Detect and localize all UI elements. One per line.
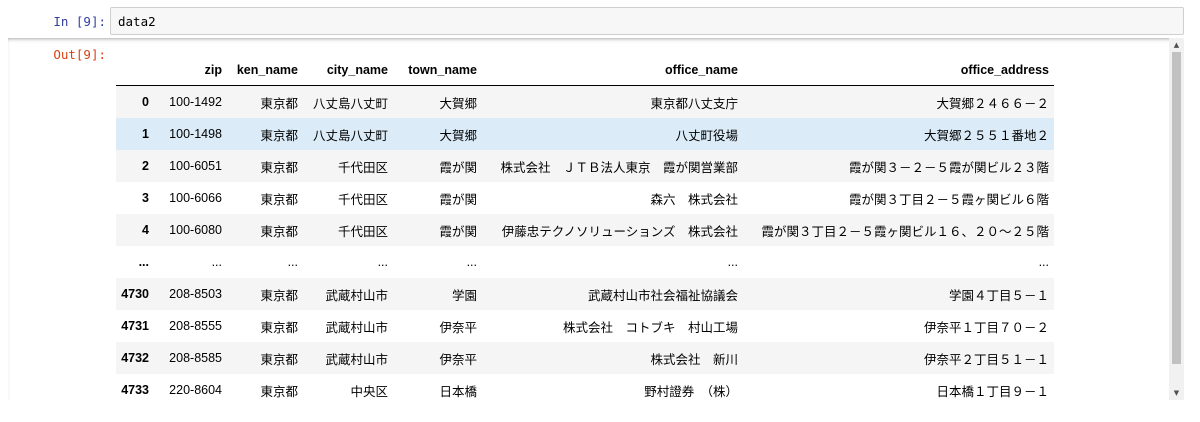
table-cell: 学園: [451, 288, 477, 303]
table-cell: ...: [727, 255, 738, 269]
table-cell: 伊藤忠テクノソリューションズ 株式会社: [501, 224, 738, 239]
table-cell: 208-8503: [169, 287, 222, 301]
table-cell: 大賀郷２４６６－２: [936, 96, 1049, 111]
table-cell: 東京都: [260, 352, 298, 367]
column-header: zip: [154, 54, 227, 86]
table-cell: 霞が関３－２－５霞が関ビル２３階: [848, 160, 1049, 175]
table-row: 4731 208-8555 東京都 武蔵村山市 伊奈平 株式会社 コトブキ 村山…: [116, 310, 1054, 342]
scrollbar-thumb[interactable]: [1172, 52, 1181, 364]
table-cell: ...: [211, 255, 222, 269]
table-cell: 千代田区: [337, 192, 388, 207]
table-cell: 日本橋１丁目９－１: [936, 384, 1049, 399]
table-cell: 220-8604: [169, 383, 222, 397]
table-cell: 霞が関: [439, 160, 477, 175]
table-cell: 株式会社 新川: [650, 352, 738, 367]
table-cell: 株式会社 ＪＴＢ法人東京 霞が関営業部: [500, 160, 738, 175]
table-row: 4732 208-8585 東京都 武蔵村山市 伊奈平 株式会社 新川 伊奈平２…: [116, 342, 1054, 374]
table-cell: 中央区: [350, 384, 388, 399]
table-cell: 千代田区: [337, 160, 388, 175]
table-row: 2 100-6051 東京都 千代田区 霞が関 株式会社 ＪＴＢ法人東京 霞が関…: [116, 150, 1054, 182]
table-cell: ...: [287, 255, 298, 269]
table-cell: 武蔵村山市: [325, 288, 388, 303]
table-cell: 千代田区: [337, 224, 388, 239]
table-cell: 100-6051: [169, 159, 222, 173]
table-cell: 伊奈平: [439, 320, 477, 335]
column-header: town_name: [393, 54, 482, 86]
table-cell: 東京都: [260, 160, 298, 175]
chevron-down-icon[interactable]: ▼: [1169, 386, 1184, 400]
table-row: 0 100-1492 東京都 八丈島八丈町 大賀郷 東京都八丈支庁 大賀郷２４６…: [116, 85, 1054, 118]
row-index: 3: [142, 191, 149, 205]
table-cell: 100-6066: [169, 191, 222, 205]
table-cell: 208-8585: [169, 351, 222, 365]
table-cell: 霞が関３丁目２－５霞ヶ関ビル１６、２０～２５階: [761, 224, 1049, 239]
table-cell: 大賀郷: [439, 96, 477, 111]
table-row-ellipsis: ... ... ... ... ... ... ...: [116, 246, 1054, 278]
table-cell: 八丈島八丈町: [312, 96, 388, 111]
table-cell: 大賀郷２５５１番地２: [923, 128, 1049, 143]
column-header: [116, 54, 154, 86]
table-row: 3 100-6066 東京都 千代田区 霞が関 森六 株式会社 霞が関３丁目２－…: [116, 182, 1054, 214]
table-cell: 東京都: [260, 192, 298, 207]
table-cell: 東京都: [260, 96, 298, 111]
row-index: ...: [138, 255, 149, 269]
table-cell: ...: [377, 255, 388, 269]
row-index: 1: [142, 127, 149, 141]
table-cell: 100-6080: [169, 223, 222, 237]
table-cell: 八丈島八丈町: [312, 128, 388, 143]
table-cell: 霞が関: [439, 224, 477, 239]
row-index: 4732: [121, 351, 149, 365]
row-index: 4: [142, 223, 149, 237]
output-area[interactable]: zip ken_name city_name town_name office_…: [8, 38, 1184, 400]
table-cell: 伊奈平: [439, 352, 477, 367]
table-row: 4733 220-8604 東京都 中央区 日本橋 野村證券 （株） 日本橋１丁…: [116, 374, 1054, 400]
vertical-scrollbar[interactable]: ▲ ▼: [1169, 38, 1184, 400]
row-index: 4733: [121, 383, 149, 397]
table-cell: 100-1492: [169, 95, 222, 109]
table-cell: 伊奈平１丁目７０－２: [923, 320, 1049, 335]
table-cell: 霞が関: [439, 192, 477, 207]
table-cell: 野村證券 （株）: [644, 384, 738, 399]
table-cell: 東京都: [260, 384, 298, 399]
table-cell: 霞が関３丁目２－５霞ヶ関ビル６階: [848, 192, 1049, 207]
table-cell: 大賀郷: [439, 128, 477, 143]
table-cell: 東京都: [260, 288, 298, 303]
table-cell: 日本橋: [439, 384, 477, 399]
table-cell: 八丈町役場: [675, 128, 738, 143]
column-header: ken_name: [227, 54, 303, 86]
column-header: office_name: [482, 54, 743, 86]
row-index: 0: [142, 95, 149, 109]
table-cell: 武蔵村山市: [325, 320, 388, 335]
column-header: office_address: [743, 54, 1054, 86]
table-header-row: zip ken_name city_name town_name office_…: [116, 54, 1054, 86]
table-cell: 株式会社 コトブキ 村山工場: [562, 320, 738, 335]
code-input[interactable]: data2: [110, 7, 1184, 35]
table-cell: 208-8555: [169, 319, 222, 333]
row-index: 2: [142, 159, 149, 173]
code-text: data2: [118, 14, 156, 29]
table-cell: 武蔵村山市社会福祉協議会: [587, 288, 738, 303]
row-index: 4731: [121, 319, 149, 333]
table-cell: 森六 株式会社: [650, 192, 738, 207]
table-cell: 武蔵村山市: [325, 352, 388, 367]
chevron-up-icon[interactable]: ▲: [1169, 38, 1184, 52]
table-cell: 東京都: [260, 320, 298, 335]
table-cell: 伊奈平２丁目５１－１: [923, 352, 1049, 367]
table-cell: ...: [466, 255, 477, 269]
table-row: 1 100-1498 東京都 八丈島八丈町 大賀郷 八丈町役場 大賀郷２５５１番…: [116, 118, 1054, 150]
table-cell: 東京都: [260, 224, 298, 239]
input-prompt: In [9]:: [53, 14, 106, 29]
dataframe-table: zip ken_name city_name town_name office_…: [116, 54, 1054, 400]
table-cell: ...: [1038, 255, 1049, 269]
table-cell: 学園４丁目５－１: [948, 288, 1049, 303]
table-cell: 東京都八丈支庁: [650, 96, 738, 111]
output-prompt: Out[9]:: [53, 47, 106, 62]
table-cell: 100-1498: [169, 127, 222, 141]
table-cell: 東京都: [260, 128, 298, 143]
table-row: 4730 208-8503 東京都 武蔵村山市 学園 武蔵村山市社会福祉協議会 …: [116, 278, 1054, 310]
column-header: city_name: [303, 54, 393, 86]
table-row: 4 100-6080 東京都 千代田区 霞が関 伊藤忠テクノソリューションズ 株…: [116, 214, 1054, 246]
row-index: 4730: [121, 287, 149, 301]
